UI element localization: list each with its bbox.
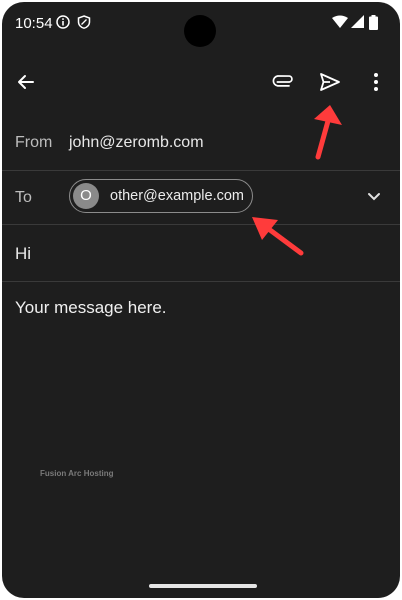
message-body[interactable]: Your message here. (15, 298, 167, 318)
subject-field[interactable]: Hi (2, 224, 400, 282)
wifi-icon (332, 15, 348, 28)
chevron-down-icon (368, 193, 380, 201)
back-button[interactable] (6, 62, 46, 102)
to-label: To (15, 189, 32, 206)
phone-screen: 10:54 From john@zeromb.com To O other@ex… (2, 2, 400, 598)
from-row[interactable]: From john@zeromb.com (2, 116, 400, 171)
home-indicator[interactable] (149, 584, 257, 588)
expand-recipients-button[interactable] (354, 177, 394, 217)
front-camera (184, 15, 216, 47)
app-bar (2, 56, 400, 112)
paperclip-icon (272, 75, 293, 87)
arrow-left-icon (18, 75, 34, 89)
more-vert-icon (374, 73, 378, 91)
avatar: O (73, 183, 99, 209)
status-time: 10:54 (15, 15, 53, 32)
battery-icon (369, 15, 378, 30)
shield-icon (77, 15, 91, 29)
send-button[interactable] (310, 62, 350, 102)
signal-icon (351, 15, 364, 28)
send-icon (320, 73, 340, 91)
attach-button[interactable] (263, 62, 303, 102)
info-icon (56, 15, 70, 29)
from-label: From (15, 134, 53, 151)
recipient-email: other@example.com (110, 188, 244, 204)
more-options-button[interactable] (356, 62, 396, 102)
status-bar: 10:54 (2, 2, 400, 47)
recipient-chip[interactable]: O other@example.com (69, 179, 253, 213)
from-value: john@zeromb.com (69, 134, 204, 151)
watermark-text: Fusion Arc Hosting (40, 469, 114, 478)
subject-value: Hi (15, 244, 32, 263)
